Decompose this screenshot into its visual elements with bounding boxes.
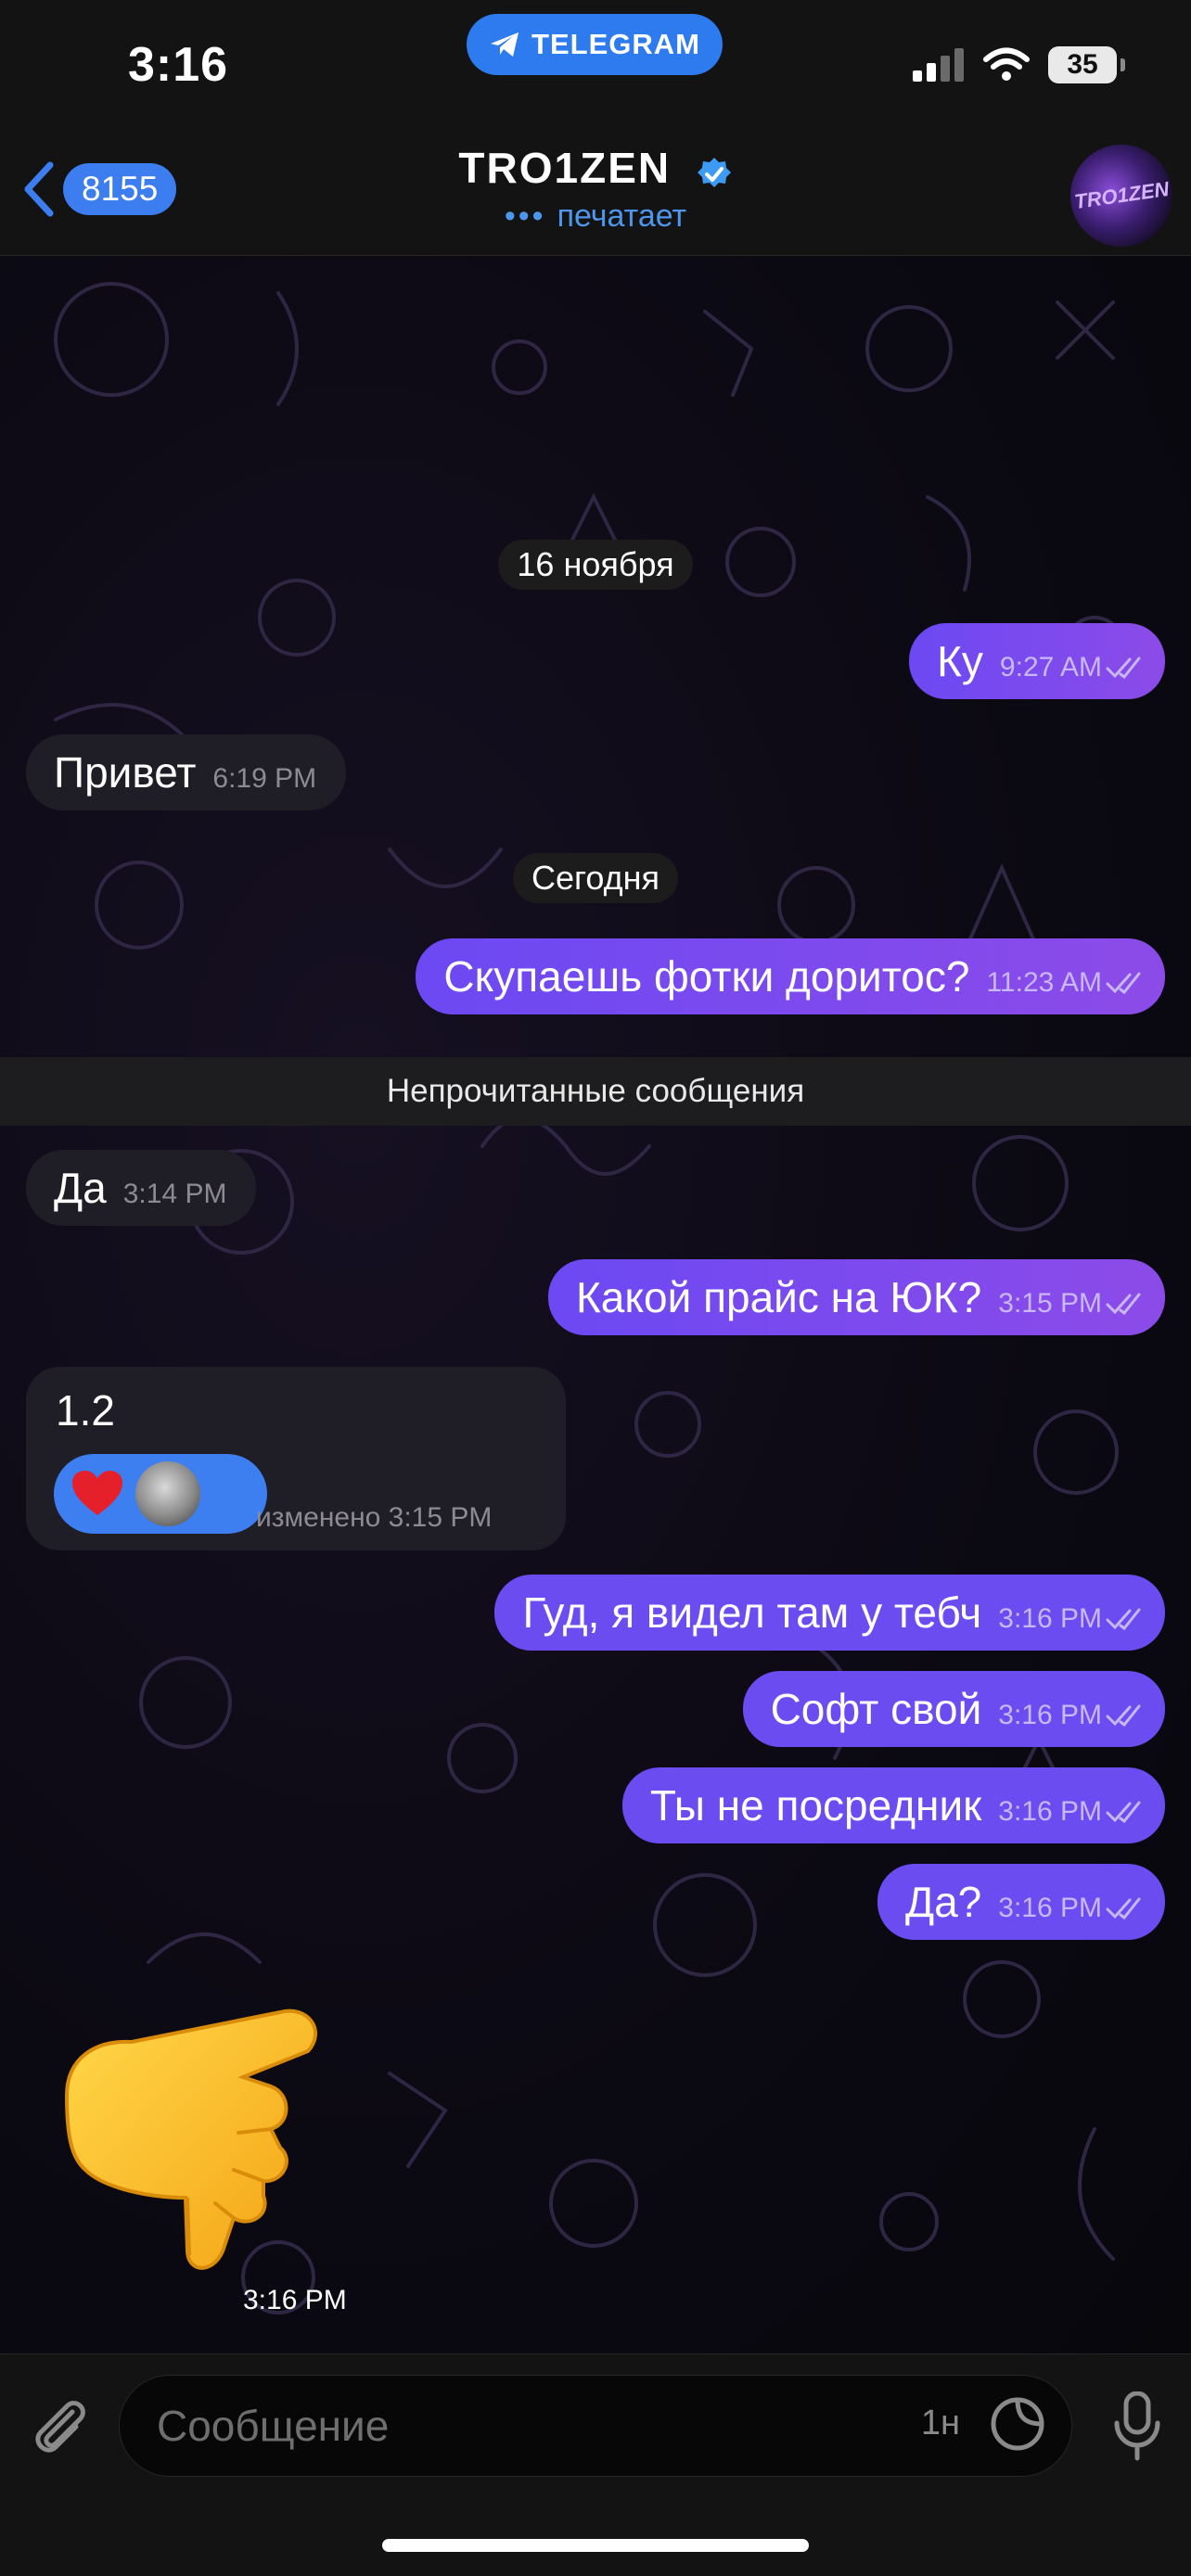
message-time: изменено 3:15 PM: [256, 1502, 493, 1533]
typing-status-text: печатает: [557, 198, 687, 234]
read-check-icon: [1106, 657, 1141, 679]
reaction-chip[interactable]: [54, 1454, 267, 1534]
message-text: Да: [54, 1164, 107, 1212]
message-meta: 11:23 AM: [986, 967, 1145, 999]
message-time: 3:16 PM: [998, 1893, 1102, 1923]
message-time: 3:16 PM: [998, 1796, 1102, 1827]
message-text: Какой прайс на ЮК?: [576, 1273, 982, 1321]
heart-reaction-icon: [72, 1471, 122, 1515]
message-incoming[interactable]: Привет 6:19 PM: [26, 734, 347, 810]
message-outgoing[interactable]: Ты не посредник 3:16 PM: [621, 1767, 1165, 1843]
message-outgoing[interactable]: Какой прайс на ЮК? 3:15 PM: [548, 1259, 1165, 1335]
message-outgoing[interactable]: Да? 3:16 PM: [877, 1864, 1165, 1940]
typing-status: ••• печатает: [0, 198, 1191, 235]
chat-header: 8155 TRO1ZEN ••• печатает TRO1ZEN: [0, 139, 1191, 256]
reactor-avatar: [135, 1461, 200, 1526]
message-meta: 3:16 PM: [998, 1700, 1145, 1731]
message-meta: 9:27 AM: [1000, 652, 1145, 683]
telegram-icon: [491, 32, 519, 57]
message-text: Скупаешь фотки доритос?: [443, 952, 970, 1001]
app-pill[interactable]: TELEGRAM: [467, 14, 723, 75]
message-outgoing[interactable]: Ку 9:27 AM: [909, 623, 1165, 699]
scheduled-indicator[interactable]: 1н: [921, 2404, 960, 2443]
wifi-icon: [983, 47, 1030, 81]
status-bar: 3:16 TELEGRAM 35: [0, 0, 1191, 139]
message-text: Привет: [54, 748, 197, 797]
message-outgoing[interactable]: Софт свой 3:16 PM: [742, 1671, 1165, 1747]
message-meta: 3:16 PM: [998, 1796, 1145, 1828]
message-input[interactable]: Сообщение 1н: [119, 2375, 1072, 2477]
read-check-icon: [1106, 1704, 1141, 1727]
message-time: 6:19 PM: [212, 763, 317, 794]
message-time: 3:16 PM: [998, 1603, 1102, 1634]
message-time: 3:16 PM: [998, 1700, 1102, 1730]
date-separator: Сегодня: [0, 853, 1191, 903]
date-separator: 16 ноября: [0, 540, 1191, 590]
read-check-icon: [1106, 1608, 1141, 1630]
battery-indicator: 35: [1048, 46, 1125, 83]
chat-title: TRO1ZEN: [458, 144, 672, 192]
clock: 3:16: [128, 38, 229, 92]
cellular-signal-icon: [913, 48, 964, 82]
message-meta: 3:16 PM: [998, 1603, 1145, 1635]
home-indicator[interactable]: [382, 2539, 809, 2552]
read-check-icon: [1106, 1897, 1141, 1919]
message-incoming[interactable]: Да 3:14 PM: [26, 1150, 257, 1226]
message-input-placeholder: Сообщение: [157, 2402, 390, 2450]
system-icons: 35: [913, 46, 1125, 83]
pointing-down-hand-sticker[interactable]: [48, 1984, 345, 2286]
read-check-icon: [1106, 1293, 1141, 1315]
message-text: Да?: [904, 1878, 982, 1926]
typing-dots-icon: •••: [504, 198, 546, 234]
message-meta: 6:19 PM: [212, 763, 316, 795]
message-time: 11:23 AM: [986, 967, 1102, 998]
pointing-down-hand-icon: [64, 2009, 318, 2270]
message-outgoing[interactable]: Гуд, я видел там у тебч 3:16 PM: [494, 1575, 1165, 1651]
message-meta: 3:15 PM: [998, 1288, 1145, 1320]
message-text: Гуд, я видел там у тебч: [522, 1588, 982, 1637]
sticker-button[interactable]: [988, 2394, 1047, 2458]
verified-badge-icon: [697, 157, 731, 187]
message-text: 1.2: [56, 1386, 115, 1435]
read-check-icon: [1106, 972, 1141, 994]
avatar[interactable]: TRO1ZEN: [1070, 145, 1172, 247]
sticker-time: 3:16 PM: [243, 2285, 347, 2315]
date-label: Сегодня: [513, 853, 678, 903]
sticker-icon: [991, 2397, 1044, 2451]
chat-title-block[interactable]: TRO1ZEN ••• печатает: [0, 143, 1191, 235]
voice-record-button[interactable]: [1111, 2391, 1163, 2467]
message-time: 3:15 PM: [998, 1288, 1102, 1319]
message-meta: 3:14 PM: [123, 1179, 227, 1210]
date-label: 16 ноября: [498, 540, 693, 590]
message-meta: изменено 3:15 PM: [256, 1502, 492, 1534]
paperclip-icon: [35, 2401, 85, 2453]
avatar-text: TRO1ZEN: [1072, 176, 1171, 214]
read-check-icon: [1106, 1801, 1141, 1823]
battery-level: 35: [1067, 49, 1098, 80]
message-outgoing[interactable]: Скупаешь фотки доритос? 11:23 AM: [416, 938, 1165, 1014]
message-incoming-with-reaction[interactable]: 1.2 изменено 3:15 PM: [26, 1367, 566, 1550]
message-text: Софт свой: [770, 1685, 982, 1733]
message-meta: 3:16 PM: [998, 1893, 1145, 1924]
message-text: Ку: [937, 637, 983, 685]
message-time: 3:14 PM: [122, 1179, 227, 1209]
microphone-icon: [1114, 2391, 1160, 2461]
message-time: 9:27 AM: [999, 652, 1102, 682]
attach-button[interactable]: [26, 2391, 93, 2463]
app-pill-label: TELEGRAM: [531, 28, 700, 60]
unread-messages-divider: Непрочитанные сообщения: [0, 1057, 1191, 1126]
message-text: Ты не посредник: [649, 1781, 982, 1830]
